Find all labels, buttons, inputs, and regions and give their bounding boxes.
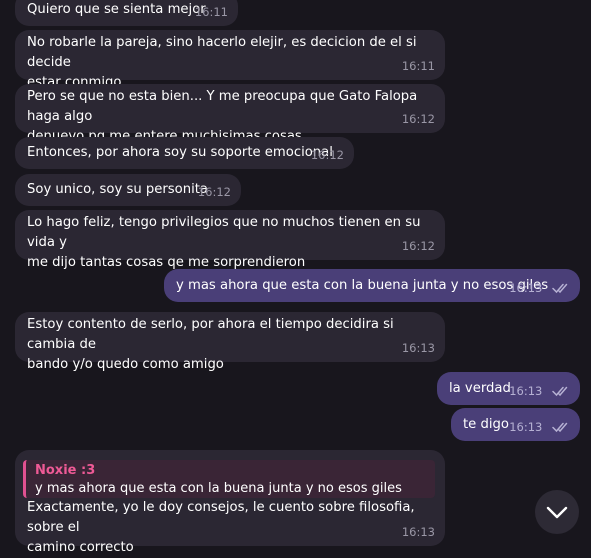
message-time: 16:13 — [401, 341, 435, 355]
message-text: Soy unico, soy su personita — [27, 182, 208, 197]
message-text: Pero se que no esta bien... Y me preocup… — [27, 89, 418, 144]
message-meta: 16:13 — [509, 381, 570, 401]
message-meta: 16:13 — [509, 278, 570, 298]
chevron-down-icon — [546, 506, 568, 519]
message-incoming[interactable]: No robarle la pareja, sino hacerlo eleji… — [15, 30, 445, 90]
reply-text: y mas ahora que esta con la buena junta … — [35, 481, 402, 496]
message-incoming[interactable]: Soy unico, soy su personita 16:12 — [15, 174, 241, 206]
message-time: 16:12 — [401, 112, 435, 126]
reply-quote[interactable]: Noxie :3 y mas ahora que esta con la bue… — [23, 460, 435, 498]
message-text: Quiero que se sienta mejor — [27, 2, 206, 17]
message-time: 16:13 — [509, 384, 543, 398]
double-check-icon — [552, 422, 568, 433]
message-outgoing[interactable]: te digo 16:13 — [451, 408, 580, 441]
message-incoming[interactable]: Lo hago feliz, tengo privilegios que no … — [15, 210, 445, 270]
message-time: 16:11 — [194, 5, 228, 19]
message-text: Exactamente, yo le doy consejos, le cuen… — [27, 500, 415, 555]
scroll-to-bottom-button[interactable] — [535, 490, 579, 534]
message-incoming[interactable]: Entonces, por ahora soy su soporte emoci… — [15, 137, 354, 169]
message-time: 16:12 — [197, 185, 231, 199]
message-time: 16:13 — [509, 281, 543, 295]
message-incoming[interactable]: Noxie :3 y mas ahora que esta con la bue… — [15, 450, 445, 555]
message-incoming[interactable]: Quiero que se sienta mejor 16:11 — [15, 0, 238, 26]
message-text: la verdad — [449, 381, 511, 396]
message-time: 16:13 — [509, 420, 543, 434]
message-time: 16:11 — [401, 59, 435, 73]
message-text: No robarle la pareja, sino hacerlo eleji… — [27, 35, 417, 90]
message-text: Lo hago feliz, tengo privilegios que no … — [27, 215, 421, 270]
message-text: Entonces, por ahora soy su soporte emoci… — [27, 145, 333, 160]
reply-author: Noxie :3 — [35, 463, 96, 478]
message-text: y mas ahora que esta con la buena junta … — [176, 278, 549, 293]
message-time: 16:13 — [401, 525, 435, 539]
message-text: Estoy contento de serlo, por ahora el ti… — [27, 317, 394, 372]
message-time: 16:12 — [310, 148, 344, 162]
message-text: te digo — [463, 417, 509, 432]
message-outgoing[interactable]: la verdad 16:13 — [437, 372, 580, 405]
message-incoming[interactable]: Estoy contento de serlo, por ahora el ti… — [15, 312, 445, 372]
message-time: 16:12 — [401, 239, 435, 253]
message-meta: 16:13 — [509, 417, 570, 437]
message-incoming[interactable]: Pero se que no esta bien... Y me preocup… — [15, 84, 445, 144]
message-outgoing[interactable]: y mas ahora que esta con la buena junta … — [164, 269, 580, 302]
double-check-icon — [552, 386, 568, 397]
double-check-icon — [552, 283, 568, 294]
